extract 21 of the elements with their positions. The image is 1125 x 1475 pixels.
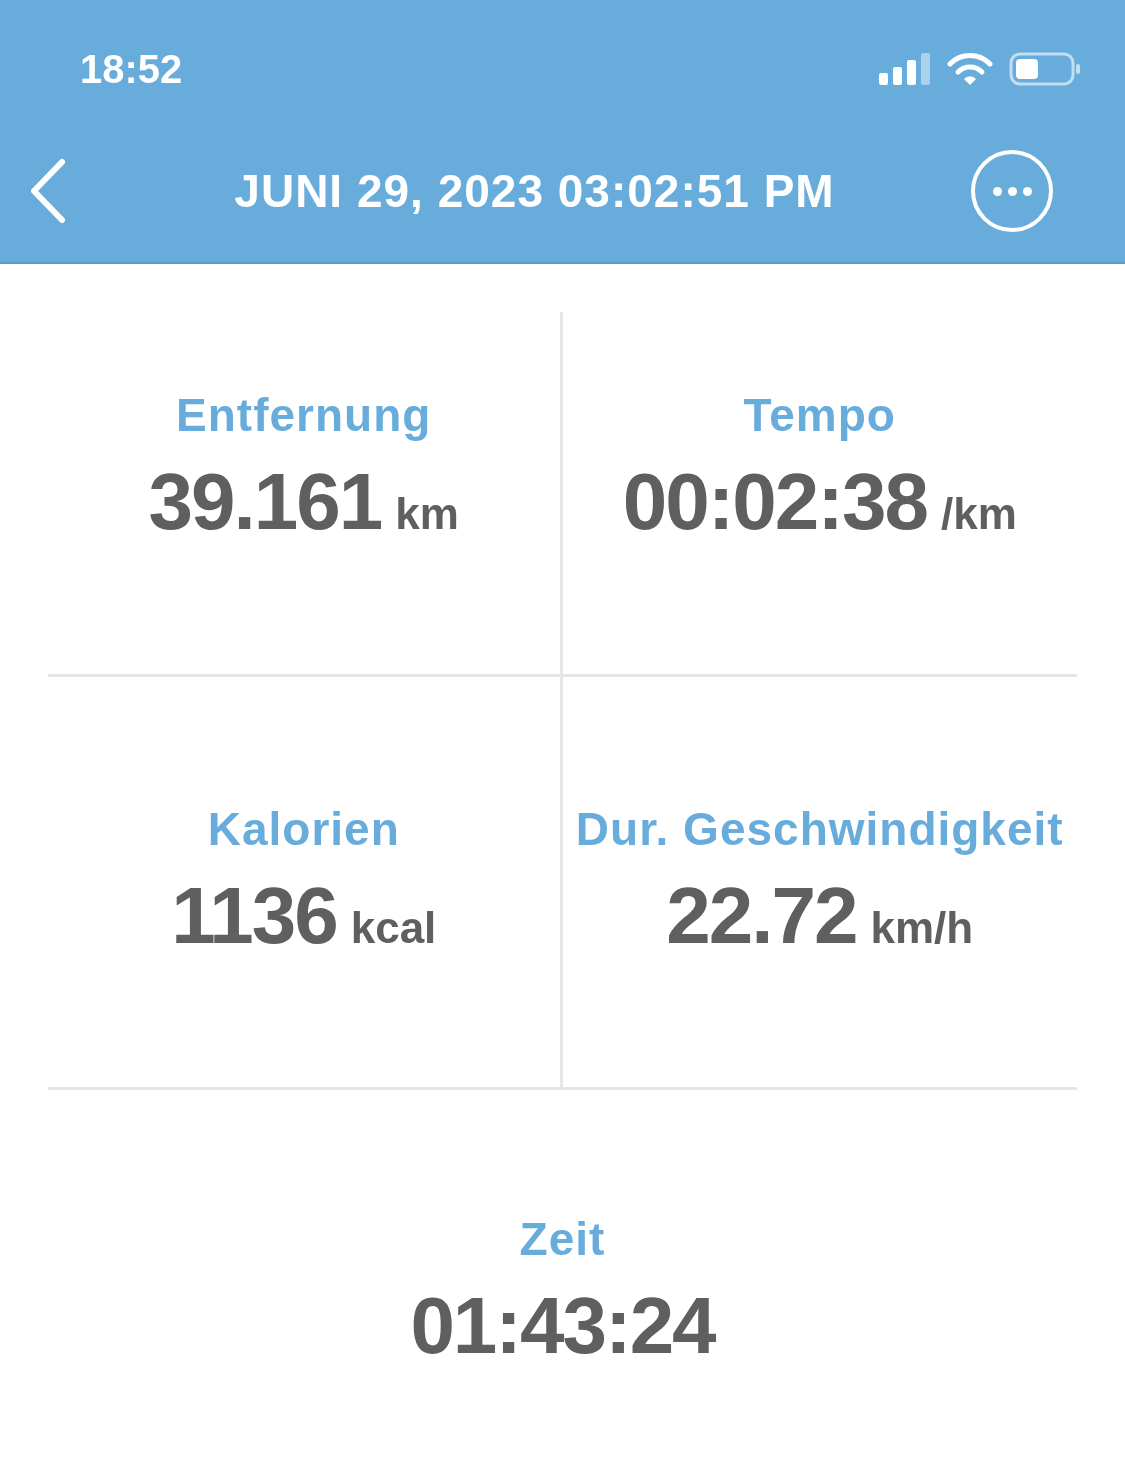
- stat-label: Tempo: [743, 388, 896, 442]
- stat-value: 1136: [171, 870, 337, 962]
- stat-value: 01:43:24: [410, 1280, 715, 1372]
- stat-unit: km: [395, 489, 459, 539]
- stat-label: Dur. Geschwindigkeit: [575, 802, 1064, 856]
- stat-unit: km/h: [870, 903, 974, 953]
- stat-value: 39.161: [148, 456, 382, 548]
- stat-label: Zeit: [519, 1212, 606, 1266]
- stat-unit: kcal: [350, 903, 437, 953]
- wifi-icon: [947, 52, 993, 86]
- stat-label: Kalorien: [207, 802, 400, 856]
- stat-value: 22.72: [666, 870, 857, 962]
- back-button[interactable]: [28, 158, 68, 224]
- status-time: 18:52: [80, 46, 183, 92]
- stat-unit: /km: [940, 489, 1017, 539]
- more-button[interactable]: [971, 150, 1053, 232]
- battery-icon: [1009, 52, 1081, 86]
- header-title: JUNI 29, 2023 03:02:51 PM: [234, 164, 835, 218]
- stat-value: 00:02:38: [622, 456, 927, 548]
- stat-label: Entfernung: [176, 388, 432, 442]
- signal-icon: [879, 53, 931, 85]
